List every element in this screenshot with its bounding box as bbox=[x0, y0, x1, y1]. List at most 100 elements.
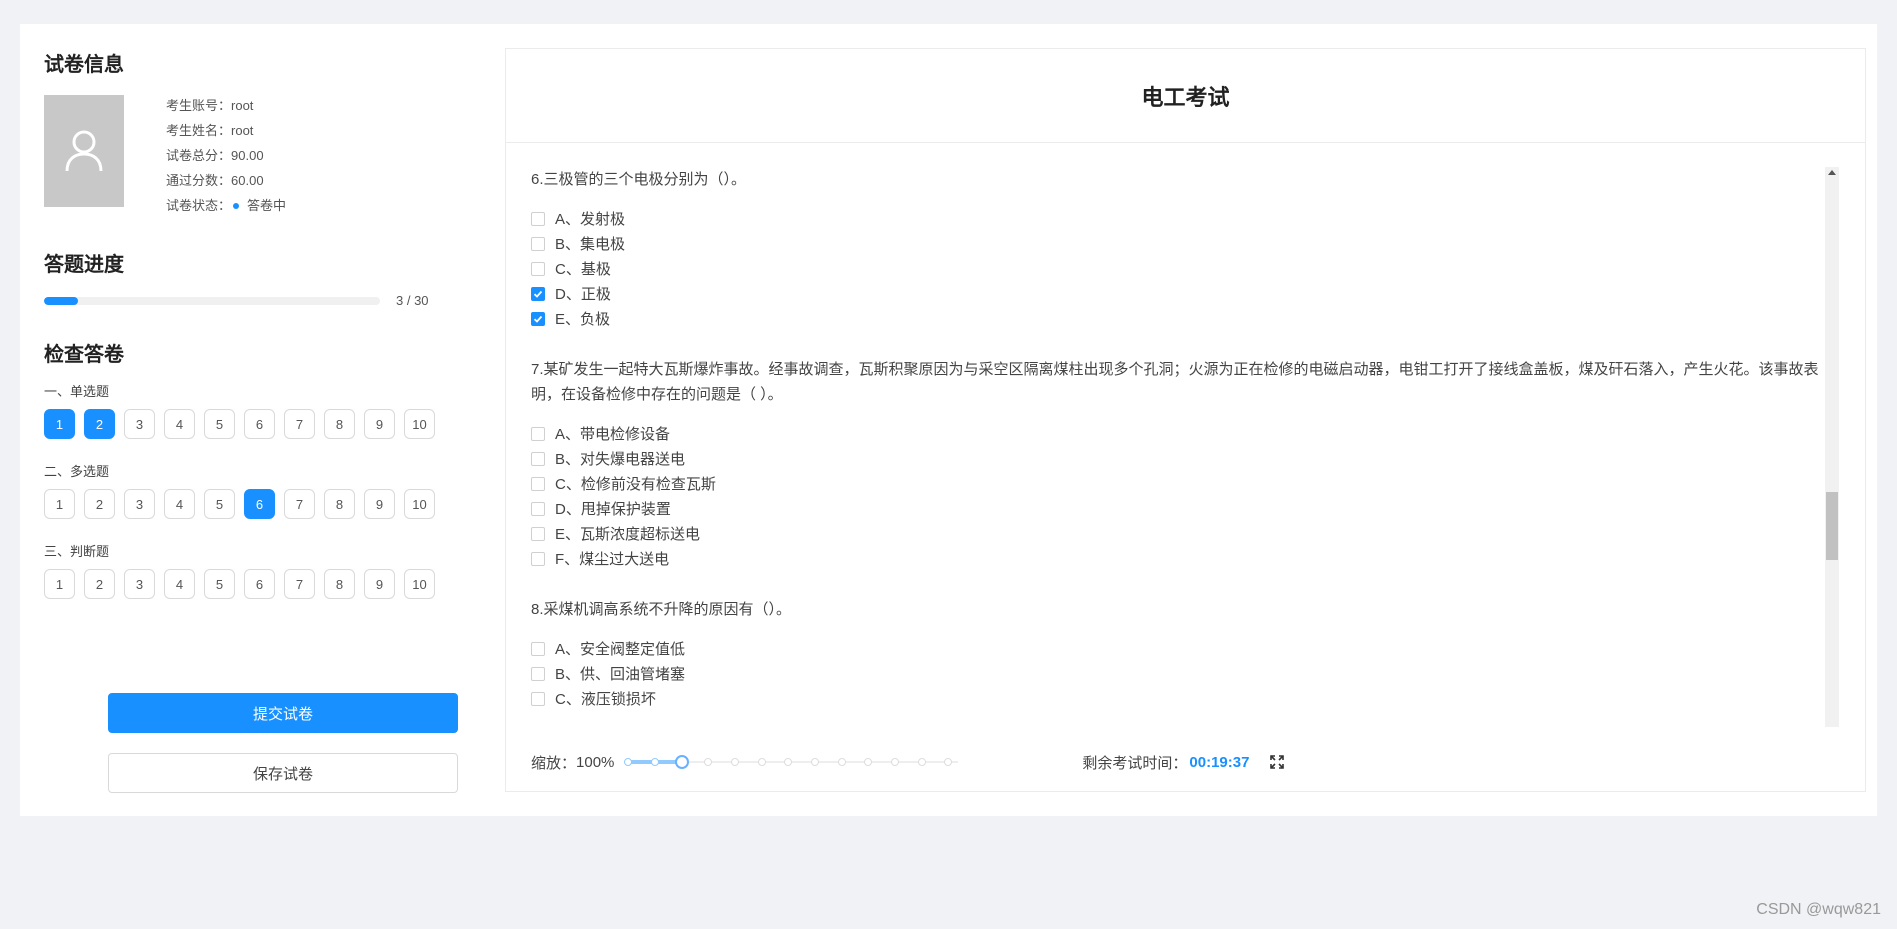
question-nav-button[interactable]: 3 bbox=[124, 569, 155, 599]
info-label: 试卷状态： bbox=[166, 198, 232, 213]
question-nav-button[interactable]: 5 bbox=[204, 569, 235, 599]
question-nav-button[interactable]: 6 bbox=[244, 409, 275, 439]
checkbox[interactable] bbox=[531, 311, 545, 326]
fullscreen-icon[interactable] bbox=[1269, 754, 1285, 770]
question-text: 6.三极管的三个电极分别为（）。 bbox=[531, 171, 747, 188]
answer-progress: 3 / 30 bbox=[44, 293, 464, 308]
question-nav-button[interactable]: 9 bbox=[364, 569, 395, 599]
answer-option[interactable]: A、带电检修设备 bbox=[531, 421, 1841, 446]
zoom-step[interactable] bbox=[944, 758, 953, 766]
zoom-step[interactable] bbox=[811, 758, 820, 766]
checkbox[interactable] bbox=[531, 501, 545, 516]
question-nav-button[interactable]: 10 bbox=[404, 489, 435, 519]
checkbox[interactable] bbox=[531, 426, 545, 441]
question-nav-button[interactable]: 10 bbox=[404, 409, 435, 439]
answer-option[interactable]: B、集电极 bbox=[531, 231, 1841, 256]
zoom-step[interactable] bbox=[624, 758, 633, 766]
checkbox[interactable] bbox=[531, 476, 545, 491]
answer-option[interactable]: F、煤尘过大送电 bbox=[531, 546, 1841, 571]
option-label: B、集电极 bbox=[555, 236, 626, 253]
question-block: 8.采煤机调高系统不升降的原因有（）。 A、安全阀整定值低 B、供、回油管堵塞 C、液… bbox=[531, 597, 1841, 711]
question-nav-button[interactable]: 2 bbox=[84, 569, 115, 599]
checkbox[interactable] bbox=[531, 211, 545, 226]
question-nav-button[interactable]: 4 bbox=[164, 409, 195, 439]
zoom-step[interactable] bbox=[651, 758, 660, 766]
question-nav-button[interactable]: 8 bbox=[324, 569, 355, 599]
question-nav-button[interactable]: 7 bbox=[284, 569, 315, 599]
question-nav-button[interactable]: 7 bbox=[284, 409, 315, 439]
answer-option[interactable]: E、负极 bbox=[531, 306, 1841, 331]
checkbox[interactable] bbox=[531, 641, 545, 656]
question-group-label: 一、单选题 bbox=[44, 384, 110, 399]
info-pass-score: 通过分数： 60.00 bbox=[166, 168, 286, 193]
question-nav-button[interactable]: 10 bbox=[404, 569, 435, 599]
question-nav-button[interactable]: 6 bbox=[244, 489, 275, 519]
info-label: 考生账号： bbox=[166, 98, 232, 113]
scroll-up-arrow-icon[interactable] bbox=[1828, 170, 1836, 175]
info-total-score: 试卷总分： 90.00 bbox=[166, 143, 286, 168]
info-label: 考生姓名： bbox=[166, 123, 232, 138]
zoom-slider-handle[interactable] bbox=[674, 755, 689, 769]
question-nav-button[interactable]: 9 bbox=[364, 409, 395, 439]
answer-option[interactable]: B、对失爆电器送电 bbox=[531, 446, 1841, 471]
exam-info: 考生账号： root 考生姓名： root 试卷总分： 90.00 通过分数： 60.0… bbox=[44, 95, 464, 218]
zoom-step[interactable] bbox=[864, 758, 873, 766]
question-nav-button[interactable]: 2 bbox=[84, 489, 115, 519]
answer-option[interactable]: B、供、回油管堵塞 bbox=[531, 661, 1841, 686]
answer-option[interactable]: D、正极 bbox=[531, 281, 1841, 306]
info-account: 考生账号： root bbox=[166, 93, 286, 118]
question-nav-button[interactable]: 2 bbox=[84, 409, 115, 439]
checkbox[interactable] bbox=[531, 261, 545, 276]
question-nav-button[interactable]: 3 bbox=[124, 409, 155, 439]
info-name: 考生姓名： root bbox=[166, 118, 286, 143]
answer-option[interactable]: C、液压锁损坏 bbox=[531, 686, 1841, 711]
answer-option[interactable]: C、检修前没有检查瓦斯 bbox=[531, 471, 1841, 496]
zoom-step[interactable] bbox=[757, 758, 766, 766]
zoom-value: 100% bbox=[576, 753, 615, 771]
answer-option[interactable]: E、瓦斯浓度超标送电 bbox=[531, 521, 1841, 546]
question-nav-button[interactable]: 6 bbox=[244, 569, 275, 599]
question-nav-button[interactable]: 4 bbox=[164, 489, 195, 519]
info-value: 90.00 bbox=[231, 148, 264, 163]
answer-option[interactable]: A、发射极 bbox=[531, 206, 1841, 231]
question-list[interactable]: 6.三极管的三个电极分别为（）。 A、发射极 B、集电极 C、基极 D、正极 E、负极 7.… bbox=[506, 167, 1841, 727]
question-nav-button[interactable]: 9 bbox=[364, 489, 395, 519]
question-nav-row: 1 2 3 4 5 6 7 8 9 10 bbox=[44, 409, 464, 439]
zoom-step[interactable] bbox=[731, 758, 740, 766]
scrollbar[interactable] bbox=[1825, 167, 1839, 727]
scrollbar-thumb[interactable] bbox=[1826, 492, 1838, 560]
answer-option[interactable]: A、安全阀整定值低 bbox=[531, 636, 1841, 661]
zoom-step[interactable] bbox=[704, 758, 713, 766]
zoom-label: 缩放： bbox=[531, 754, 577, 772]
progress-fill bbox=[44, 296, 78, 305]
question-nav-button[interactable]: 1 bbox=[44, 409, 75, 439]
watermark: CSDN @wqw821 bbox=[1756, 901, 1881, 918]
question-nav-button[interactable]: 3 bbox=[124, 489, 155, 519]
zoom-step[interactable] bbox=[784, 758, 793, 766]
zoom-slider[interactable] bbox=[624, 752, 959, 772]
question-nav-button[interactable]: 5 bbox=[204, 489, 235, 519]
checkbox[interactable] bbox=[531, 451, 545, 466]
checkbox[interactable] bbox=[531, 236, 545, 251]
question-nav-button[interactable]: 8 bbox=[324, 489, 355, 519]
answer-option[interactable]: D、甩掉保护装置 bbox=[531, 496, 1841, 521]
question-nav-button[interactable]: 5 bbox=[204, 409, 235, 439]
question-nav-button[interactable]: 7 bbox=[284, 489, 315, 519]
checkbox[interactable] bbox=[531, 526, 545, 541]
save-button[interactable]: 保存试卷 bbox=[108, 753, 458, 793]
zoom-step[interactable] bbox=[891, 758, 900, 766]
zoom-step[interactable] bbox=[837, 758, 846, 766]
answer-option[interactable]: C、基极 bbox=[531, 256, 1841, 281]
question-nav-button[interactable]: 1 bbox=[44, 489, 75, 519]
checkbox[interactable] bbox=[531, 666, 545, 681]
checkbox[interactable] bbox=[531, 286, 545, 301]
question-nav-button[interactable]: 8 bbox=[324, 409, 355, 439]
submit-button[interactable]: 提交试卷 bbox=[108, 693, 458, 733]
checkbox[interactable] bbox=[531, 551, 545, 566]
timer-value: 00:19:37 bbox=[1189, 753, 1250, 771]
zoom-step[interactable] bbox=[917, 758, 926, 766]
question-nav-button[interactable]: 1 bbox=[44, 569, 75, 599]
option-label: E、负极 bbox=[555, 311, 611, 328]
question-nav-button[interactable]: 4 bbox=[164, 569, 195, 599]
checkbox[interactable] bbox=[531, 691, 545, 706]
